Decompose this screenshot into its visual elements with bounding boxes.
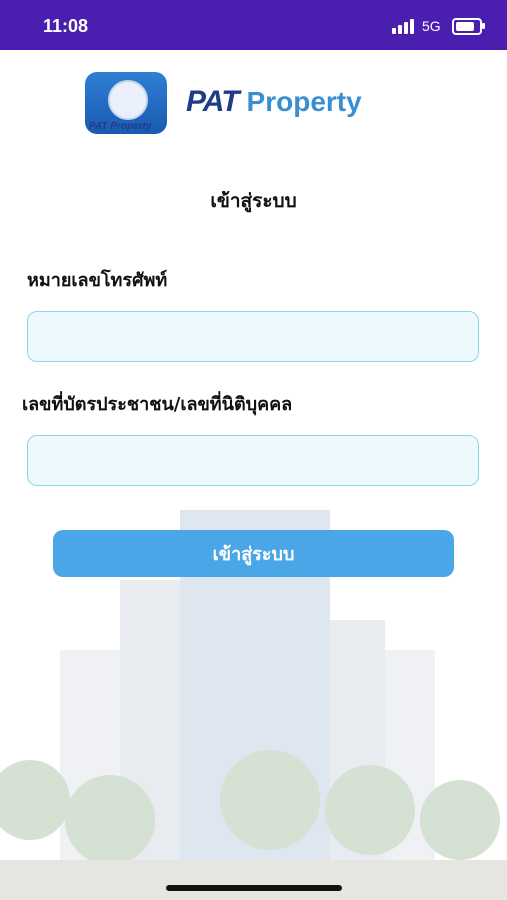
battery-icon xyxy=(452,18,482,35)
id-input[interactable] xyxy=(27,435,479,486)
status-time: 11:08 xyxy=(43,16,89,36)
signal-icon xyxy=(392,18,418,34)
phone-input[interactable] xyxy=(27,311,479,362)
seal-icon xyxy=(108,80,148,120)
phone-label: หมายเลขโทรศัพท์ xyxy=(27,270,168,291)
battery-tip xyxy=(482,23,485,29)
page-title: เข้าสู่ระบบ xyxy=(210,190,297,212)
brand-logo: PAT Property xyxy=(186,85,362,119)
brand-word: Property xyxy=(246,86,362,117)
id-label: เลขที่บัตรประชาชน/เลขที่นิติบุคคล xyxy=(22,394,293,415)
network-type: 5G xyxy=(422,18,441,34)
home-indicator xyxy=(166,885,342,891)
brand-mark: PAT xyxy=(186,85,240,118)
app-icon-caption: PAT Property xyxy=(89,121,152,132)
status-bar: 11:08 5G xyxy=(0,0,507,50)
login-button[interactable]: เข้าสู่ระบบ xyxy=(53,530,454,577)
